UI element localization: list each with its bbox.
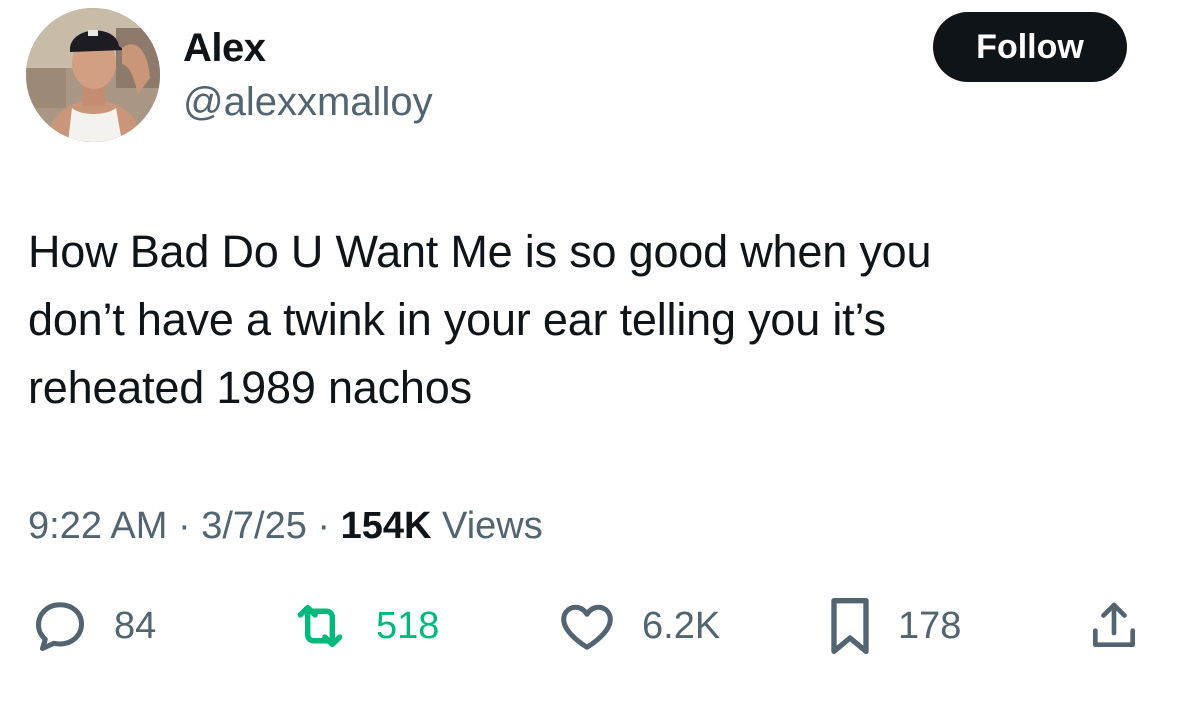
tweet-text-line: How Bad Do U Want Me is so good when you <box>28 226 932 277</box>
meta-separator: · <box>167 505 202 547</box>
retweet-count: 518 <box>376 605 440 647</box>
tweet-date[interactable]: 3/7/25 <box>201 505 307 547</box>
tweet-text-line: reheated 1989 nachos <box>28 362 472 413</box>
reply-button[interactable]: 84 <box>30 594 156 658</box>
avatar-photo <box>26 8 160 142</box>
retweet-button[interactable]: 518 <box>288 594 439 658</box>
like-button[interactable]: 6.2K <box>556 594 720 658</box>
tweet-text-line: don’t have a twink in your ear telling y… <box>28 294 886 345</box>
like-count: 6.2K <box>642 605 721 647</box>
tweet-time[interactable]: 9:22 AM <box>28 505 167 547</box>
bookmark-button[interactable]: 178 <box>826 594 961 658</box>
bookmark-icon <box>826 594 874 658</box>
views-label: Views <box>431 505 543 547</box>
tweet-card: Alex @alexxmalloy Follow How Bad Do U Wa… <box>0 0 1179 708</box>
follow-button[interactable]: Follow <box>933 12 1127 82</box>
tweet-text: How Bad Do U Want Me is so good when you… <box>28 218 1108 422</box>
heart-icon <box>556 596 618 656</box>
user-handle[interactable]: @alexxmalloy <box>183 78 433 126</box>
reply-count: 84 <box>114 605 157 647</box>
retweet-icon <box>288 596 352 656</box>
tweet-meta: 9:22 AM · 3/7/25 · 154K Views <box>28 500 543 552</box>
bookmark-count: 178 <box>898 605 962 647</box>
share-icon <box>1086 596 1142 656</box>
user-display-name[interactable]: Alex <box>183 24 266 72</box>
views-count: 154K <box>340 505 432 547</box>
meta-separator: · <box>306 505 341 547</box>
share-button[interactable] <box>1086 594 1142 658</box>
avatar[interactable] <box>26 8 160 142</box>
reply-icon <box>30 596 90 656</box>
